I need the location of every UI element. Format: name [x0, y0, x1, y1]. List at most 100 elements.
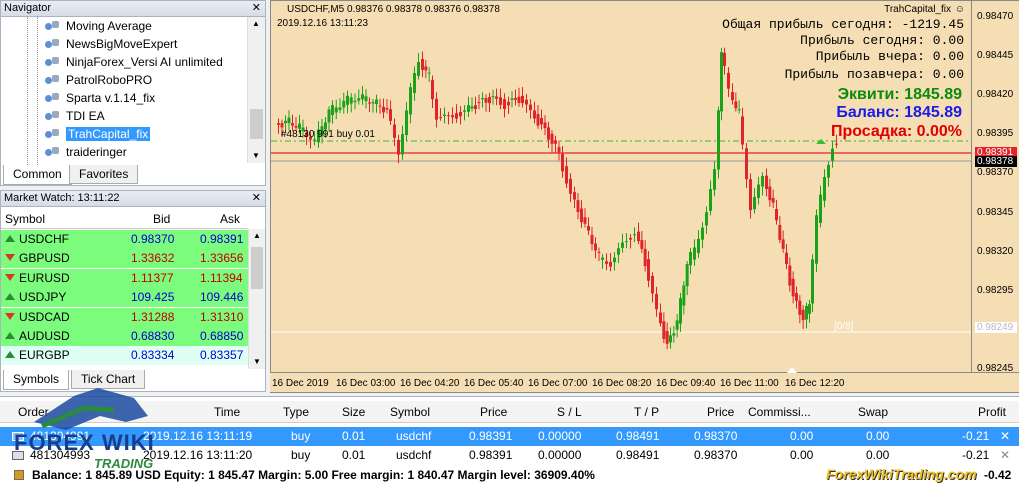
navigator-item[interactable]: traideringer	[45, 143, 127, 161]
navigator-item[interactable]: PatrolRoboPRO	[45, 71, 152, 89]
navigator-item-label: Sparta v.1.14_fix	[66, 91, 156, 105]
candle-body	[371, 102, 375, 104]
col-type[interactable]: Type	[283, 401, 309, 423]
col-time[interactable]: Time	[214, 401, 240, 423]
price-tick: 0.98370	[977, 167, 1014, 179]
market-watch-row[interactable]: USDJPY 109.425 109.446	[1, 288, 248, 308]
profit-day-before: Прибыль позавчера: 0.00	[784, 67, 964, 82]
trade-row[interactable]: 481304993 2019.12.16 13:11:20 buy 0.01 usdch…	[0, 446, 1019, 465]
candle-body	[613, 257, 616, 263]
candle-body	[791, 278, 795, 297]
scroll-up-icon[interactable]: ▲	[253, 231, 261, 240]
candle-body	[385, 107, 389, 110]
bid-cell: 1.11377	[131, 270, 174, 285]
tab-tick-chart[interactable]: Tick Chart	[71, 370, 146, 389]
candle-body	[749, 179, 752, 211]
close-order-icon[interactable]: ✕	[1000, 446, 1010, 465]
symbol-text: USDCAD	[19, 309, 70, 324]
candle-body	[507, 101, 510, 106]
col-symbol[interactable]: Symbol	[5, 209, 45, 229]
candle-body	[491, 96, 495, 98]
navigator-scrollbar[interactable]: ▲ ▼	[247, 17, 265, 163]
market-watch-scrollbar[interactable]: ▲ ▼	[248, 229, 265, 369]
col-price[interactable]: Price	[480, 401, 507, 423]
order-line-label[interactable]: #48130 991 buy 0.01	[281, 129, 375, 140]
col-commission[interactable]: Commissi...	[748, 401, 811, 423]
balance-icon	[14, 470, 24, 480]
market-watch-row[interactable]: GBPUSD 1.33632 1.33656	[1, 249, 248, 269]
candle-body	[447, 115, 450, 117]
order-icon	[12, 451, 24, 460]
close-order-icon[interactable]: ✕	[1000, 427, 1010, 446]
col-current-price[interactable]: Price	[707, 401, 734, 423]
trade-row[interactable]: 481304991 2019.12.16 13:11:19 buy 0.01 usdch…	[0, 427, 1019, 446]
market-watch-row[interactable]: USDCHF 0.98370 0.98391	[1, 230, 248, 249]
symbol-cell: USDCHF	[5, 230, 69, 249]
navigator-item[interactable]: TrahCapital_fix	[45, 125, 151, 143]
candle-body	[685, 264, 689, 287]
col-sl[interactable]: S / L	[557, 401, 582, 423]
tab-common[interactable]: Common	[3, 165, 72, 185]
col-symbol[interactable]: Symbol	[390, 401, 430, 423]
ask-cell: 0.68850	[200, 329, 244, 343]
market-watch-row[interactable]: USDCAD 1.31288 1.31310	[1, 307, 248, 327]
candle-body	[353, 100, 357, 103]
candle-body	[705, 212, 708, 226]
tab-favorites[interactable]: Favorites	[69, 165, 139, 184]
candle-body	[510, 98, 514, 100]
candle-body	[455, 113, 458, 119]
navigator-item[interactable]: Sparta v.1.14_fix	[45, 89, 155, 107]
navigator-item[interactable]: Moving Average	[45, 17, 152, 35]
col-swap[interactable]: Swap	[858, 401, 888, 423]
col-size[interactable]: Size	[342, 401, 365, 423]
cell-cur: 0.98370	[694, 429, 738, 443]
scroll-thumb[interactable]	[250, 109, 263, 139]
navigator-tabs: Common Favorites	[1, 165, 265, 185]
candle-body	[827, 164, 830, 178]
candle-body	[284, 120, 287, 124]
close-icon[interactable]: ✕	[252, 191, 261, 206]
navigator-item[interactable]: NinjaForex_Versi AI unlimited	[45, 53, 223, 71]
market-watch-row[interactable]: AUDUSD 0.68830 0.68850	[1, 327, 248, 346]
scroll-down-icon[interactable]: ▼	[253, 357, 261, 366]
candle-body	[554, 140, 557, 144]
tab-symbols[interactable]: Symbols	[3, 370, 70, 390]
candle-body	[421, 58, 424, 70]
chart-window[interactable]: USDCHF,M5 0.98376 0.98378 0.98376 0.9837…	[270, 0, 972, 374]
navigator-item[interactable]: NewsBigMoveExpert	[45, 35, 177, 53]
candle-body	[533, 110, 536, 119]
candle-body	[621, 242, 624, 248]
cell-sl: 0.00000	[538, 448, 582, 462]
time-tick: 16 Dec 05:40	[464, 378, 524, 389]
candle-body	[629, 237, 632, 240]
candle-body	[640, 239, 644, 249]
account-status: Balance: 1 845.89 USD Equity: 1 845.47 M…	[32, 468, 595, 482]
col-ask[interactable]: Ask	[220, 209, 240, 229]
price-tag-black: 0.98378	[975, 156, 1017, 167]
candle-body	[361, 94, 364, 100]
ea-smile-icon: ☺	[954, 4, 965, 15]
navigator-item[interactable]: TDI EA	[45, 107, 105, 125]
expert-advisor-icon	[45, 56, 61, 68]
candle-body	[557, 147, 561, 153]
col-order[interactable]: Order	[18, 401, 49, 423]
candle-body	[669, 335, 672, 343]
market-watch-row[interactable]: EURUSD 1.11377 1.11394	[1, 268, 248, 288]
scroll-up-icon[interactable]: ▲	[252, 19, 260, 28]
ask-cell: 1.11394	[200, 270, 243, 285]
scroll-down-icon[interactable]: ▼	[252, 151, 260, 160]
close-icon[interactable]: ✕	[252, 1, 261, 16]
col-bid[interactable]: Bid	[153, 209, 170, 229]
candle-body	[835, 143, 838, 145]
candle-body	[679, 298, 682, 324]
market-watch-title: Market Watch: 13:11:22 ✕	[1, 191, 265, 207]
candle-body	[397, 139, 400, 155]
col-tp[interactable]: T / P	[634, 401, 659, 423]
expert-advisor-icon	[45, 92, 61, 104]
scroll-thumb[interactable]	[251, 247, 263, 289]
candle-body	[393, 124, 396, 138]
expert-advisor-icon	[45, 128, 61, 140]
market-watch-row[interactable]: EURGBP 0.83334 0.83357	[1, 346, 248, 366]
symbol-text: EURUSD	[19, 270, 70, 285]
col-profit[interactable]: Profit	[978, 401, 1006, 423]
